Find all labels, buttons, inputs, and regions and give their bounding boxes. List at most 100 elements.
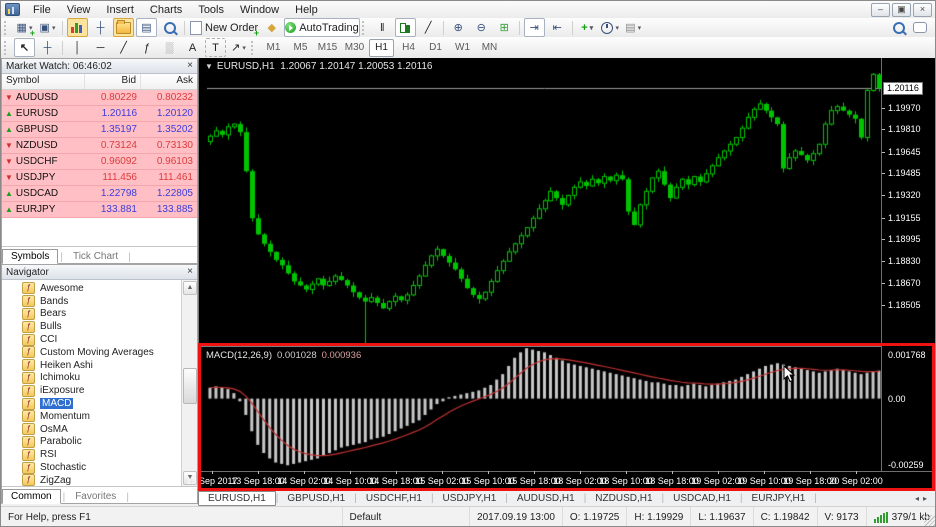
menu-item-file[interactable]: File [25, 2, 59, 18]
market-watch-row-usdcad[interactable]: ▲ USDCAD 1.22798 1.22805 [2, 186, 197, 202]
column-bid[interactable]: Bid [85, 74, 141, 89]
market-watch-row-eurjpy[interactable]: ▲ EURJPY 133.881 133.885 [2, 202, 197, 218]
terminal-button[interactable]: ▤ [136, 18, 157, 37]
toolbar-grip[interactable] [251, 40, 257, 55]
timeframe-mn[interactable]: MN [477, 39, 502, 57]
column-symbol[interactable]: Symbol [2, 74, 85, 89]
timeframe-h4[interactable]: H4 [396, 39, 421, 57]
navigator-item-zigzag[interactable]: ƒ ZigZag [2, 474, 182, 486]
line-chart-type-button[interactable]: ╱ [418, 18, 439, 37]
scroll-left-icon[interactable]: ◂ [915, 494, 923, 503]
menu-item-tools[interactable]: Tools [190, 2, 232, 18]
chart-shift-button[interactable]: ⇤ [547, 18, 568, 37]
timeframe-m15[interactable]: M15 [315, 39, 340, 57]
periods-button[interactable]: ▾ [600, 18, 621, 37]
strategy-tester-button[interactable] [159, 18, 180, 37]
candlestick-type-button[interactable] [394, 18, 416, 37]
status-profile[interactable]: Default [341, 507, 470, 526]
tab-favorites[interactable]: Favorites [67, 490, 124, 503]
chart-tab-usdjpy-h1[interactable]: USDJPY,H1 [434, 492, 506, 505]
tab-tick-chart[interactable]: Tick Chart [65, 250, 126, 263]
cycle-lines-tool-button[interactable]: ▒ [159, 38, 180, 57]
navigator-item-awesome[interactable]: ƒ Awesome [2, 282, 182, 295]
navigator-item-momentum[interactable]: ƒ Momentum [2, 410, 182, 423]
chart-tab-eurusd-h1[interactable]: EURUSD,H1 [198, 490, 276, 506]
toolbar-grip[interactable] [361, 20, 368, 35]
autotrading-button[interactable]: AutoTrading [284, 18, 360, 37]
market-watch-row-audusd[interactable]: ▼ AUDUSD 0.80229 0.80232 [2, 90, 197, 106]
profiles-button[interactable]: ▣ ▾ [37, 18, 58, 37]
navigator-item-custom-moving-averages[interactable]: ƒ Custom Moving Averages [2, 346, 182, 359]
restore-icon[interactable]: ▣ [892, 3, 911, 17]
market-watch-row-eurusd[interactable]: ▲ EURUSD 1.20116 1.20120 [2, 106, 197, 122]
chat-icon[interactable] [913, 22, 927, 33]
navigator-item-parabolic[interactable]: ƒ Parabolic [2, 435, 182, 449]
market-watch-titlebar[interactable]: Market Watch: 06:46:02 × [2, 59, 197, 74]
navigator-item-bears[interactable]: ƒ Bears [2, 307, 182, 321]
navigator-scrollbar[interactable]: ▲ ▼ [181, 280, 197, 486]
pane-divider[interactable] [199, 345, 935, 347]
navigator-item-stochastic[interactable]: ƒ Stochastic [2, 461, 182, 474]
navigator-item-macd[interactable]: ƒ MACD [2, 397, 182, 410]
menu-item-help[interactable]: Help [287, 2, 326, 18]
navigator-item-heiken-ashi[interactable]: ƒ Heiken Ashi [2, 359, 182, 372]
tab-common[interactable]: Common [2, 489, 61, 504]
close-icon[interactable]: × [187, 267, 193, 277]
templates-button[interactable]: ▤ ▾ [623, 18, 644, 37]
market-watch-row-usdchf[interactable]: ▼ USDCHF 0.96092 0.96103 [2, 154, 197, 170]
resize-grip[interactable] [924, 515, 935, 526]
collapse-icon[interactable]: ▼ [205, 62, 213, 71]
chart-tab-usdchf-h1[interactable]: USDCHF,H1 [357, 492, 431, 505]
close-icon[interactable]: × [187, 61, 193, 71]
toolbar-grip[interactable] [4, 20, 10, 35]
new-chart-button[interactable]: ▦ + ▾ [14, 18, 35, 38]
navigator-titlebar[interactable]: Navigator × [2, 265, 197, 280]
menu-item-insert[interactable]: Insert [98, 2, 142, 18]
crosshair-tool-button[interactable]: ┼ [37, 38, 58, 57]
market-watch-row-nzdusd[interactable]: ▼ NZDUSD 0.73124 0.73130 [2, 138, 197, 154]
navigator-item-cci[interactable]: ƒ CCI [2, 333, 182, 346]
menu-item-window[interactable]: Window [232, 2, 287, 18]
navigator-item-rsi[interactable]: ƒ RSI [2, 448, 182, 461]
data-window-button[interactable]: ┼ [90, 18, 111, 37]
chart-tab-usdcad-h1[interactable]: USDCAD,H1 [664, 492, 740, 505]
time-axis[interactable]: 13 Sep 2017 13 Sep 18:00 14 Sep 02:00 14 Se… [186, 471, 935, 490]
menu-item-view[interactable]: View [59, 2, 99, 18]
horizontal-line-tool-button[interactable]: ─ [90, 38, 111, 57]
macd-canvas[interactable] [207, 348, 882, 471]
menu-item-charts[interactable]: Charts [142, 2, 190, 18]
chart-tab-audusd-h1[interactable]: AUDUSD,H1 [508, 492, 584, 505]
timeframe-h1[interactable]: H1 [369, 38, 394, 57]
chart-tab-eurjpy-h1[interactable]: EURJPY,H1 [743, 492, 815, 505]
minimize-icon[interactable]: – [871, 3, 890, 17]
timeframe-m5[interactable]: M5 [288, 39, 313, 57]
chart-tab-gbpusd-h1[interactable]: GBPUSD,H1 [278, 492, 354, 505]
new-order-button[interactable]: + New Order [189, 18, 259, 38]
timeframe-m1[interactable]: M1 [261, 39, 286, 57]
column-ask[interactable]: Ask [141, 74, 197, 89]
scroll-up-icon[interactable]: ▲ [183, 281, 197, 295]
indicators-button[interactable]: + ▾ [577, 18, 598, 37]
navigator-item-bands[interactable]: ƒ Bands [2, 295, 182, 308]
scroll-right-icon[interactable]: ▸ [923, 494, 931, 503]
metaeditor-button[interactable]: ◆ [261, 18, 282, 37]
navigator-toggle-button[interactable] [113, 18, 134, 37]
zoom-out-button[interactable]: ⊖ [471, 18, 492, 37]
price-axis[interactable]: 1.19970 1.19810 1.19645 1.19485 1.19320 1.191… [881, 58, 935, 471]
market-watch-toggle-button[interactable] [67, 18, 88, 37]
zoom-in-button[interactable]: ⊕ [448, 18, 469, 37]
navigator-item-osma[interactable]: ƒ OsMA [2, 423, 182, 436]
fibonacci-tool-button[interactable]: ƒ [136, 38, 157, 57]
arrows-tool-button[interactable]: ↗ ▾ [228, 38, 249, 57]
navigator-item-iexposure[interactable]: ƒ iExposure [2, 384, 182, 397]
navigator-item-bulls[interactable]: ƒ Bulls [2, 320, 182, 333]
tile-windows-button[interactable]: ⊞ [494, 18, 515, 37]
trendline-tool-button[interactable]: ╱ [113, 38, 134, 57]
timeframe-w1[interactable]: W1 [450, 39, 475, 57]
timeframe-m30[interactable]: M30 [342, 39, 367, 57]
chart-tabs-arrows[interactable]: ◂▸ [915, 494, 931, 503]
market-watch-row-usdjpy[interactable]: ▼ USDJPY 111.456 111.461 [2, 170, 197, 186]
toolbar-grip[interactable] [4, 40, 10, 55]
tab-symbols[interactable]: Symbols [2, 249, 59, 264]
scroll-thumb[interactable] [183, 368, 197, 404]
